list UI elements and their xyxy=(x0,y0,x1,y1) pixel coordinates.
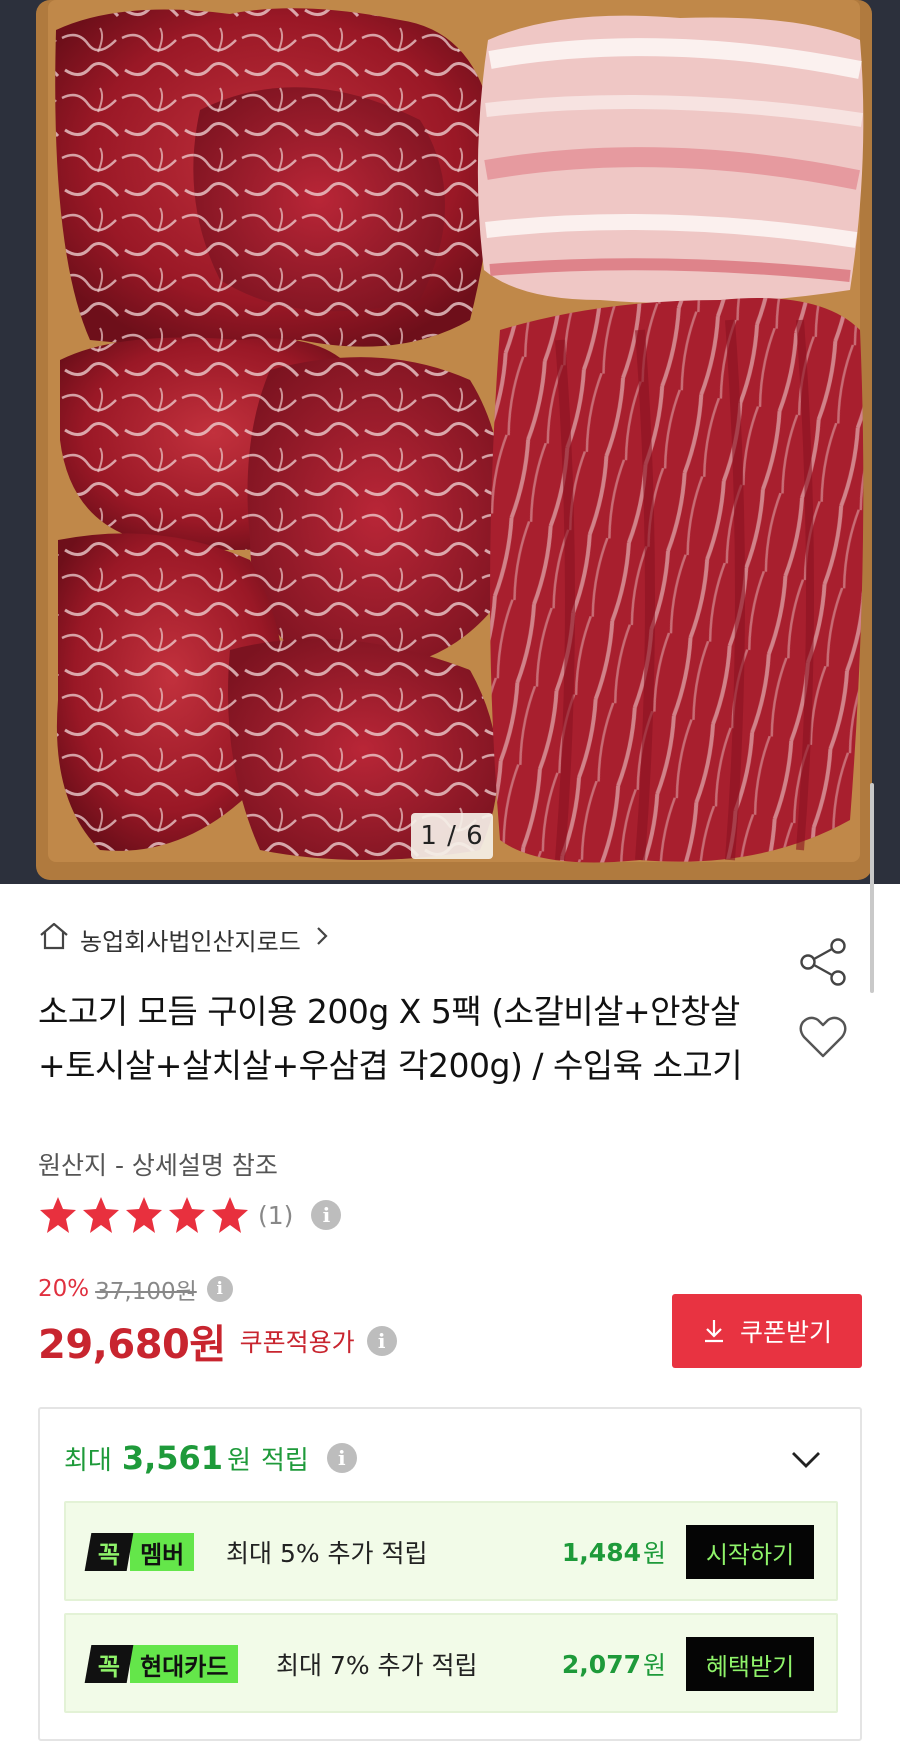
reward-item-membership: 꼭 멤버 최대 5% 추가 적립 1,484 원 시작하기 xyxy=(64,1501,838,1601)
share-button[interactable] xyxy=(796,935,850,989)
membership-badge: 꼭 멤버 xyxy=(84,1533,195,1571)
star-icon xyxy=(169,1197,205,1233)
rewards-max-amount: 3,561 xyxy=(121,1439,224,1477)
badge-main-label: 꼭 xyxy=(98,1540,121,1569)
get-benefit-button[interactable]: 혜택받기 xyxy=(686,1637,814,1691)
product-image-gallery[interactable]: 1 / 6 xyxy=(0,0,900,884)
chevron-right-icon xyxy=(315,924,329,954)
star-icon xyxy=(212,1197,248,1233)
info-icon[interactable]: i xyxy=(311,1200,342,1230)
coupon-price-label: 쿠폰적용가 xyxy=(239,1328,355,1357)
rewards-suffix: 적립 xyxy=(260,1445,309,1476)
reward-amount: 1,484 원 xyxy=(562,1533,666,1571)
rewards-prefix: 최대 xyxy=(64,1445,112,1476)
rating-row[interactable]: (1) i xyxy=(38,1193,342,1237)
wishlist-button[interactable] xyxy=(798,1014,848,1064)
star-icon xyxy=(40,1197,76,1233)
download-icon xyxy=(704,1320,723,1343)
reward-item-hyundai-card: 꼭 현대카드 최대 7% 추가 적립 2,077 원 혜택받기 xyxy=(64,1613,838,1713)
info-icon[interactable]: i xyxy=(366,1326,397,1356)
star-icon xyxy=(126,1197,162,1233)
start-membership-button[interactable]: 시작하기 xyxy=(686,1525,814,1579)
reward-amount-unit: 원 xyxy=(642,1539,666,1568)
info-icon[interactable]: i xyxy=(206,1276,233,1302)
reward-description: 최대 5% 추가 적립 xyxy=(226,1539,428,1568)
beef-assortment-photo xyxy=(0,0,900,884)
reward-amount: 2,077 원 xyxy=(562,1645,666,1683)
rating-stars xyxy=(38,1195,250,1235)
home-icon xyxy=(38,921,70,957)
product-origin: 원산지 - 상세설명 참조 xyxy=(38,1151,278,1180)
page-scrollbar[interactable] xyxy=(870,783,874,993)
badge-tag-label: 멤버 xyxy=(130,1533,195,1571)
store-name: 농업회사법인산지로드 xyxy=(80,927,301,956)
price-row: 29,680원 쿠폰적용가 i xyxy=(38,1313,397,1369)
coupon-button-label: 쿠폰받기 xyxy=(739,1318,832,1347)
info-icon[interactable]: i xyxy=(326,1443,357,1473)
rewards-header[interactable]: 최대 3,561 원 적립 i xyxy=(64,1433,357,1483)
hyundai-card-badge: 꼭 현대카드 xyxy=(84,1645,239,1683)
chevron-down-icon xyxy=(792,1452,820,1468)
badge-main-label: 꼭 xyxy=(98,1652,121,1681)
reward-amount-value: 2,077 xyxy=(561,1649,641,1679)
coupon-download-button[interactable]: 쿠폰받기 xyxy=(672,1294,862,1368)
store-link[interactable]: 농업회사법인산지로드 xyxy=(38,922,329,956)
rewards-toggle-button[interactable] xyxy=(788,1445,824,1473)
sale-price: 29,680원 xyxy=(38,1322,226,1368)
gallery-page-indicator: 1 / 6 xyxy=(411,813,493,859)
rating-count[interactable]: (1) xyxy=(258,1201,293,1230)
discount-rate: 20% xyxy=(38,1276,90,1302)
rewards-unit: 원 xyxy=(227,1445,251,1476)
rewards-panel: 최대 3,561 원 적립 i 꼭 멤버 최대 5% 추가 적립 1,484 원 … xyxy=(38,1407,862,1741)
share-icon xyxy=(800,938,846,986)
star-icon xyxy=(83,1197,119,1233)
reward-amount-value: 1,484 xyxy=(561,1537,641,1567)
reward-description: 최대 7% 추가 적립 xyxy=(276,1651,478,1680)
product-title: 소고기 모듬 구이용 200g X 5팩 (소갈비살+안창살+토시살+살치살+우… xyxy=(38,992,743,1085)
badge-tag-label: 현대카드 xyxy=(130,1645,239,1683)
original-price: 37,100원 xyxy=(95,1279,197,1305)
discount-row: 20% 37,100원 i xyxy=(38,1272,233,1306)
reward-amount-unit: 원 xyxy=(642,1651,666,1680)
heart-icon xyxy=(799,1016,847,1058)
